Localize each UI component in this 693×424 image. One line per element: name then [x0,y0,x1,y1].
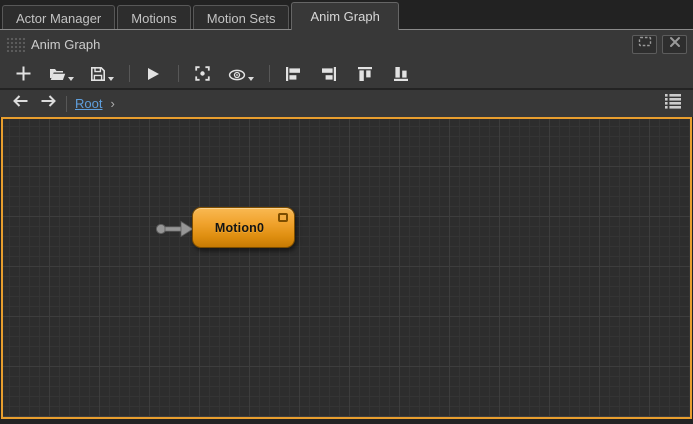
zoom-fit-icon [194,65,211,85]
visualization-button[interactable] [225,61,257,85]
dropdown-caret-icon [108,77,114,81]
drag-grip-handle[interactable] [6,37,25,52]
tab-motions[interactable]: Motions [117,5,191,30]
dropdown-caret-icon [68,77,74,81]
anim-graph-canvas[interactable]: Motion0 [1,117,692,419]
tab-anim-graph[interactable]: Anim Graph [291,2,398,30]
play-icon [145,66,161,85]
maximize-button[interactable] [632,35,657,54]
open-folder-icon [49,67,66,85]
save-button[interactable] [87,61,117,85]
align-top-button[interactable] [352,61,378,85]
tab-motion-sets[interactable]: Motion Sets [193,5,290,30]
play-button[interactable] [140,61,166,85]
maximize-icon [638,35,652,53]
tab-label: Anim Graph [310,9,379,24]
breadcrumb-chevron: › [110,96,114,111]
dropdown-caret-icon [248,77,254,81]
close-button[interactable] [662,35,687,54]
graph-navigation-bar: Root › [0,88,693,117]
node-input-connector[interactable] [153,217,195,246]
align-right-button[interactable] [316,61,342,85]
forward-arrow-icon [40,94,57,113]
eye-icon [228,68,246,85]
align-top-icon [357,66,373,85]
open-button[interactable] [46,61,77,85]
tab-label: Motion Sets [207,11,276,26]
back-button[interactable] [8,93,32,115]
forward-button[interactable] [36,93,60,115]
plus-icon [15,65,32,85]
node-list-icon [664,93,682,115]
align-bottom-button[interactable] [388,61,414,85]
panel-title-bar: Anim Graph [0,30,693,58]
align-left-button[interactable] [280,61,306,85]
motion-node[interactable]: Motion0 [192,207,295,248]
breadcrumb-root-link[interactable]: Root [75,96,102,111]
panel-title: Anim Graph [31,37,100,52]
toolbar-separator [178,65,179,82]
node-label: Motion0 [215,221,264,235]
tab-label: Motions [131,11,177,26]
navigation-separator [66,96,67,112]
align-bottom-icon [393,66,409,85]
tab-actor-manager[interactable]: Actor Manager [2,5,115,30]
toolbar-separator [129,65,130,82]
align-right-icon [321,66,337,85]
add-button[interactable] [10,61,36,85]
align-left-icon [285,66,301,85]
node-list-button[interactable] [661,93,685,115]
tab-label: Actor Manager [16,11,101,26]
zoom-to-fit-button[interactable] [189,61,215,85]
main-tab-bar: Actor Manager Motions Motion Sets Anim G… [0,0,693,30]
canvas-area: Motion0 [1,117,692,424]
close-icon [669,35,681,53]
back-arrow-icon [12,94,29,113]
toolbar-separator [269,65,270,82]
node-status-badge [278,213,288,222]
anim-graph-toolbar [0,58,693,88]
anim-graph-window: Actor Manager Motions Motion Sets Anim G… [0,0,693,424]
save-icon [90,66,106,85]
